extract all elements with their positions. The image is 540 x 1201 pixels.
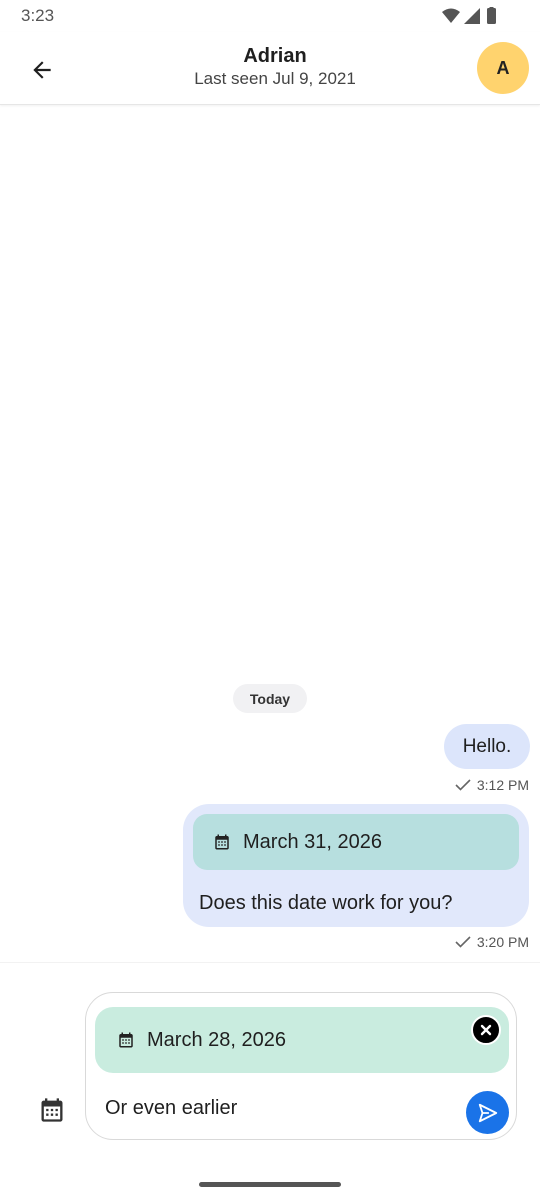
status-icons: [442, 7, 496, 24]
wifi-icon: [442, 8, 460, 23]
calendar-picker-icon[interactable]: [38, 1096, 66, 1124]
message-composer: March 28, 2026 Or even earlier: [85, 992, 517, 1140]
attached-date: March 28, 2026: [147, 1028, 286, 1051]
message-text: Does this date work for you?: [199, 892, 453, 914]
message-bubble[interactable]: Hello.: [444, 724, 530, 769]
calendar-icon: [119, 1032, 133, 1048]
date-attachment-card[interactable]: March 31, 2026: [193, 814, 519, 870]
message-meta: 3:20 PM: [455, 934, 529, 950]
message-input[interactable]: Or even earlier: [105, 1097, 237, 1120]
close-icon: [480, 1024, 492, 1036]
status-time: 3:23: [21, 6, 55, 25]
attachment-date: March 31, 2026: [243, 830, 382, 853]
message-time: 3:12 PM: [476, 777, 529, 793]
check-icon: [455, 936, 471, 948]
signal-icon: [464, 8, 480, 24]
calendar-icon: [215, 834, 229, 850]
home-indicator[interactable]: [199, 1182, 341, 1187]
remove-attachment-button[interactable]: [471, 1015, 501, 1045]
check-icon: [455, 779, 471, 791]
message-time: 3:20 PM: [476, 934, 529, 950]
day-separator: Today: [233, 684, 307, 713]
message-meta: 3:12 PM: [455, 777, 529, 793]
contact-name: Adrian: [243, 45, 307, 67]
send-button[interactable]: [466, 1091, 509, 1134]
send-icon: [478, 1103, 497, 1122]
status-bar: 3:23: [0, 0, 540, 32]
arrow-back-icon: [33, 61, 51, 79]
app-bar: Adrian Last seen Jul 9, 2021 A: [0, 32, 540, 105]
battery-icon: [487, 8, 496, 24]
attached-date-preview[interactable]: March 28, 2026: [95, 1007, 509, 1073]
contact-info[interactable]: Adrian Last seen Jul 9, 2021: [100, 44, 450, 90]
message-bubble[interactable]: March 31, 2026 Does this date work for y…: [183, 804, 529, 927]
back-button[interactable]: [22, 50, 62, 90]
avatar[interactable]: A: [477, 42, 529, 94]
last-seen: Last seen Jul 9, 2021: [194, 69, 356, 88]
